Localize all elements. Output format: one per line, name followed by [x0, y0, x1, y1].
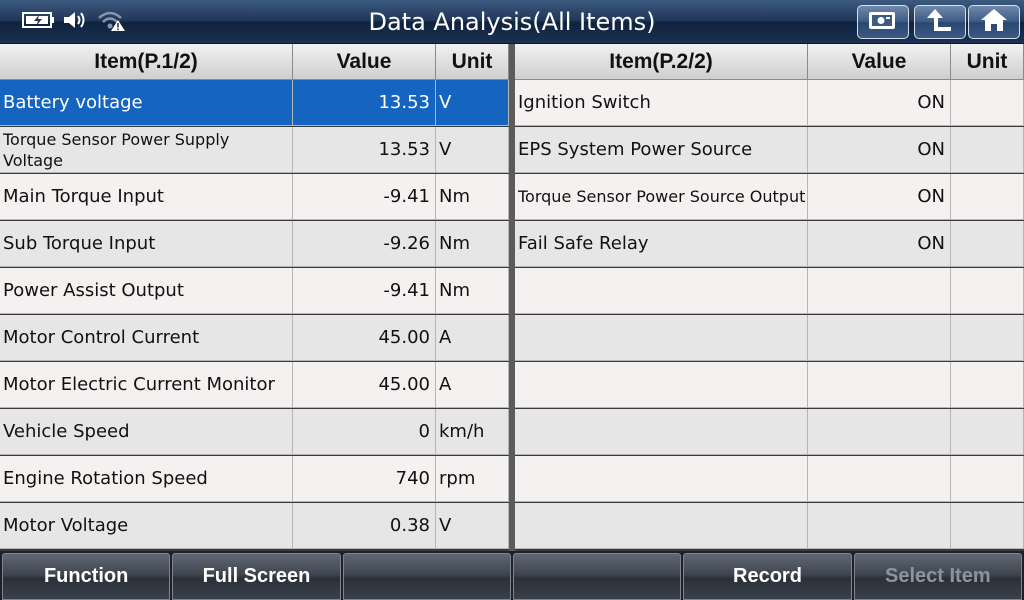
item-unit — [951, 409, 1024, 455]
data-tables: Item(P.1/2) Value Unit Battery voltage 1… — [0, 44, 1024, 551]
item-unit: Nm — [436, 268, 509, 314]
screenshot-icon — [866, 8, 900, 36]
item-unit — [951, 362, 1024, 408]
home-icon — [979, 7, 1009, 37]
item-value: 45.00 — [293, 315, 436, 361]
item-name — [515, 456, 808, 502]
item-unit: V — [436, 503, 509, 549]
item-name: Engine Rotation Speed — [0, 456, 293, 502]
item-value: ON — [808, 221, 951, 267]
item-value: 0.38 — [293, 503, 436, 549]
col-header-item: Item(P.2/2) — [515, 44, 808, 80]
item-name: Vehicle Speed — [0, 409, 293, 455]
item-name: Torque Sensor Power Source Output — [515, 174, 808, 220]
item-value — [808, 456, 951, 502]
item-name: Motor Voltage — [0, 503, 293, 549]
item-name: Power Assist Output — [0, 268, 293, 314]
item-unit: V — [436, 127, 509, 173]
item-value: 45.00 — [293, 362, 436, 408]
home-button[interactable] — [968, 5, 1020, 39]
item-unit — [951, 268, 1024, 314]
function-button[interactable]: Function — [2, 553, 171, 600]
right-panel: Item(P.2/2) Value Unit Ignition Switch O… — [515, 44, 1024, 551]
item-unit — [951, 221, 1024, 267]
item-value: ON — [808, 127, 951, 173]
item-unit: A — [436, 315, 509, 361]
back-button[interactable] — [914, 5, 966, 39]
item-name: Motor Control Current — [0, 315, 293, 361]
item-unit — [951, 80, 1024, 126]
item-value: -9.26 — [293, 221, 436, 267]
item-unit: A — [436, 362, 509, 408]
record-button[interactable]: Record — [683, 553, 852, 600]
item-name: Main Torque Input — [0, 174, 293, 220]
item-value — [808, 503, 951, 549]
title-bar: Data Analysis(All Items) — [0, 0, 1024, 44]
item-name — [515, 315, 808, 361]
item-name: Sub Torque Input — [0, 221, 293, 267]
item-value — [808, 362, 951, 408]
full-screen-button[interactable]: Full Screen — [172, 553, 341, 600]
col-header-value: Value — [293, 44, 436, 80]
item-value: 13.53 — [293, 127, 436, 173]
item-name: Motor Electric Current Monitor — [0, 362, 293, 408]
item-unit — [951, 503, 1024, 549]
item-name: Battery voltage — [0, 80, 293, 126]
left-panel: Item(P.1/2) Value Unit Battery voltage 1… — [0, 44, 509, 551]
item-value — [808, 315, 951, 361]
item-value: 740 — [293, 456, 436, 502]
item-name — [515, 362, 808, 408]
item-value: 0 — [293, 409, 436, 455]
item-value: -9.41 — [293, 174, 436, 220]
col-header-unit: Unit — [951, 44, 1024, 80]
item-unit: km/h — [436, 409, 509, 455]
col-header-unit: Unit — [436, 44, 509, 80]
item-name: Torque Sensor Power Supply Voltage — [0, 127, 293, 173]
item-name — [515, 409, 808, 455]
item-name: EPS System Power Source — [515, 127, 808, 173]
item-unit: rpm — [436, 456, 509, 502]
screenshot-button[interactable] — [857, 5, 909, 39]
blank-button-2[interactable] — [512, 553, 682, 600]
item-value — [808, 268, 951, 314]
back-up-icon — [925, 7, 955, 37]
item-name: Ignition Switch — [515, 80, 808, 126]
item-value: ON — [808, 80, 951, 126]
item-value: -9.41 — [293, 268, 436, 314]
bottom-toolbar: Function Full Screen Record Select Item — [0, 551, 1024, 600]
item-unit — [951, 174, 1024, 220]
item-value: 13.53 — [293, 80, 436, 126]
item-name: Fail Safe Relay — [515, 221, 808, 267]
item-unit — [951, 127, 1024, 173]
item-unit: Nm — [436, 221, 509, 267]
select-item-button[interactable]: Select Item — [853, 553, 1022, 600]
item-value — [808, 409, 951, 455]
col-header-value: Value — [808, 44, 951, 80]
item-unit: V — [436, 80, 509, 126]
item-value: ON — [808, 174, 951, 220]
blank-button-1[interactable] — [342, 553, 511, 600]
item-name — [515, 503, 808, 549]
item-name — [515, 268, 808, 314]
item-unit: Nm — [436, 174, 509, 220]
item-unit — [951, 315, 1024, 361]
col-header-item: Item(P.1/2) — [0, 44, 293, 80]
item-unit — [951, 456, 1024, 502]
